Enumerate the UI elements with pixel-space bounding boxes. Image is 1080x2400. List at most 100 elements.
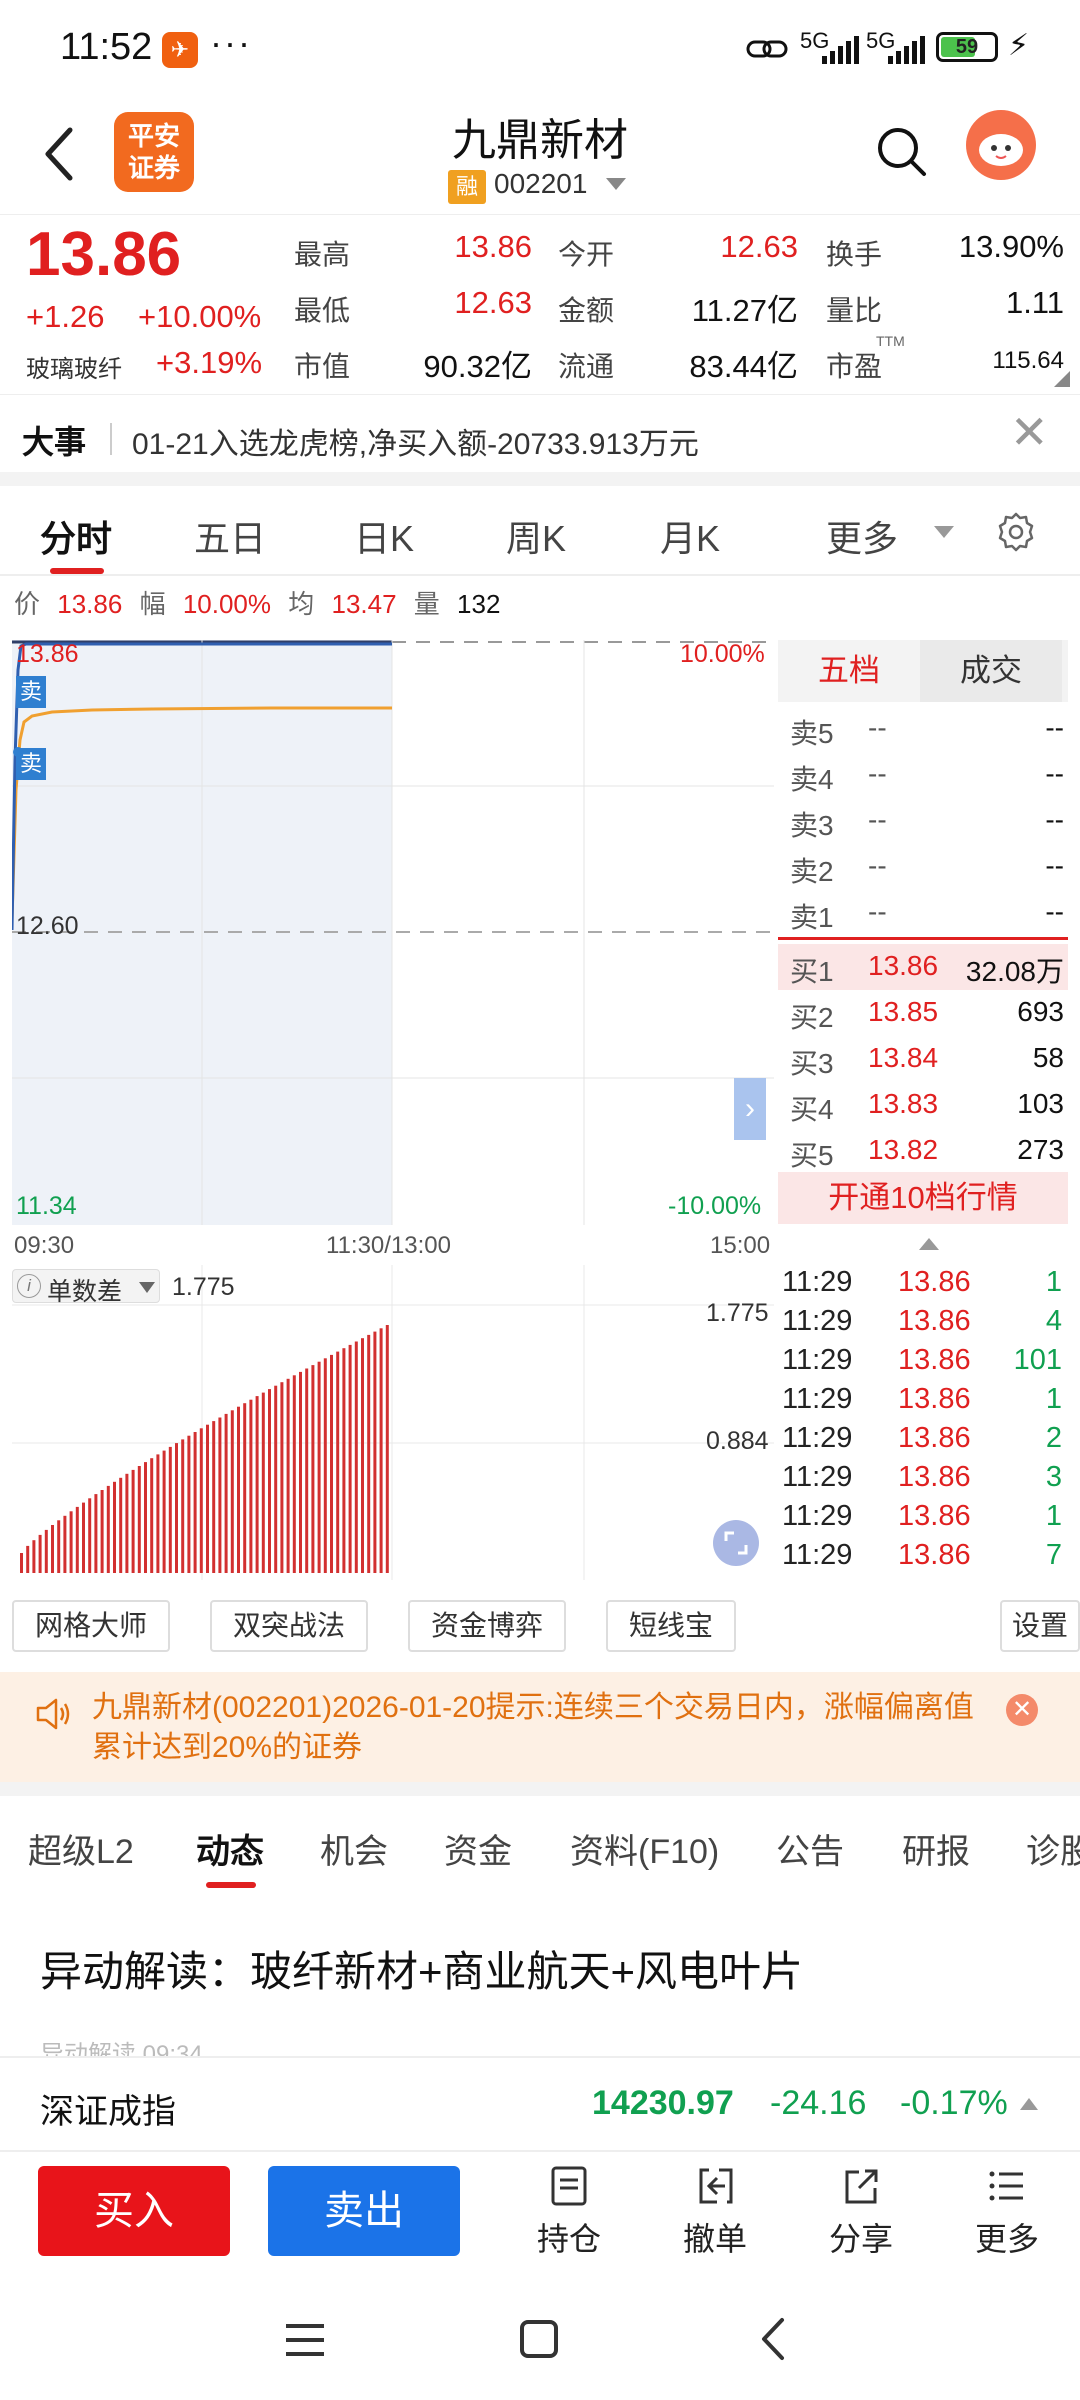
tab-intraday[interactable]: 分时 [40,510,112,562]
info-vol: 132 [457,589,501,619]
code-dropdown-icon[interactable] [606,178,626,190]
indicator-bar [168,1446,172,1573]
time-axis-mid: 11:30/13:00 [326,1232,452,1259]
article-title[interactable]: 异动解读：玻纤新材+商业航天+风电叶片 [40,1938,803,1999]
info-amp-label: 幅 [139,589,166,619]
status-time: 11:52 [60,26,153,68]
field-label: 最高 [294,239,351,270]
tab-monthly-k[interactable]: 月K [660,510,720,562]
tab-more[interactable]: 更多 [826,510,898,562]
indicator-bar [354,1341,358,1573]
chevron-up-icon[interactable] [1020,2098,1038,2110]
link-icon [746,40,788,58]
indicator-bar [82,1502,85,1573]
tab-super-l2[interactable]: 超级L2 [28,1824,134,1873]
close-alert-icon[interactable]: ✕ [1006,1694,1038,1726]
section-tabs: 超级L2 动态 机会 资金 资料(F10) 公告 研报 诊股 [0,1782,1080,1888]
search-icon[interactable] [874,124,930,180]
sector-change-pct[interactable]: +3.19% [156,345,262,381]
holdings-button[interactable]: 持仓 [514,2164,624,2260]
order-book-tabs: 五档 成交 [778,640,1068,702]
assistant-avatar[interactable] [966,110,1036,180]
close-icon[interactable]: ✕ [1010,405,1049,459]
tab-capital[interactable]: 资金 [444,1824,512,1873]
tab-research[interactable]: 研报 [902,1824,970,1873]
speaker-icon [36,1698,70,1730]
indicator-bar [336,1351,340,1573]
indicator-bar [125,1473,129,1573]
tab-opportunity[interactable]: 机会 [320,1824,388,1873]
double-breakout-button[interactable]: 双突战法 [210,1600,368,1652]
tools-settings-button[interactable]: 设置 [1000,1600,1080,1652]
info-icon[interactable]: i [17,1274,41,1298]
trade-row: 11:29 13.86 7 [782,1539,1062,1571]
open-ten-levels-button[interactable]: 开通10档行情 [778,1172,1068,1224]
sell-button[interactable]: 卖出 [268,2166,460,2256]
indicator-bar [69,1511,73,1573]
expand-panel-icon[interactable]: › [734,1078,766,1140]
buy-button[interactable]: 买入 [38,2166,230,2256]
indicator-bar [230,1410,234,1573]
indicator-chart[interactable]: i 单数差 1.775 1.775 0.884 [12,1265,774,1580]
bid-row: 买1 13.86 32.08万 [778,944,1068,990]
tab-trades[interactable]: 成交 [920,640,1062,702]
field-value: 11.27亿 [691,293,798,328]
document-icon [551,2166,587,2206]
more-button[interactable]: 更多 [952,2164,1062,2260]
indicator-bar [323,1358,327,1573]
scroll-up-icon[interactable] [918,1236,940,1252]
sector-name[interactable]: 玻璃玻纤 [26,349,122,384]
short-term-button[interactable]: 短线宝 [606,1600,736,1652]
charging-icon: ⚡ [1008,29,1030,62]
index-ticker[interactable]: 深证成指 14230.97 -24.16 -0.17% [0,2056,1080,2152]
news-text[interactable]: 01-21入选龙虎榜,净买入额-20733.913万元 [132,419,699,463]
indicator-bar [26,1545,30,1573]
field-label: 流通 [558,351,615,382]
y-axis-bottom-pct: -10.00% [668,1192,762,1220]
recent-apps-icon[interactable] [284,2320,326,2360]
indicator-bar [137,1466,141,1573]
news-bar[interactable]: 大事 01-21入选龙虎榜,净买入额-20733.913万元 ✕ [0,394,1080,486]
field-value: 83.44亿 [689,349,798,384]
tab-weekly-k[interactable]: 周K [506,510,566,562]
tab-f10[interactable]: 资料(F10) [570,1824,719,1873]
sell-marker[interactable]: 卖 [16,676,46,708]
risk-alert-banner[interactable]: 九鼎新材(002201)2026-01-20提示:连续三个交易日内，涨幅偏离值累… [0,1672,1080,1782]
indicator-bar [144,1462,147,1573]
active-section-indicator [206,1882,256,1888]
tab-dynamics[interactable]: 动态 [196,1824,264,1873]
indicator-selector[interactable]: i 单数差 [12,1269,160,1306]
indicator-bar [187,1435,191,1573]
indicator-bar [311,1365,315,1573]
indicator-bar [106,1485,110,1573]
cancel-order-button[interactable]: 撤单 [660,2164,770,2260]
home-icon[interactable] [518,2318,560,2360]
tab-five-levels[interactable]: 五档 [778,640,920,702]
tab-diagnosis[interactable]: 诊股 [1026,1824,1080,1873]
chevron-down-icon[interactable] [139,1282,155,1293]
indicator-bar [243,1403,247,1573]
fullscreen-icon[interactable] [712,1519,760,1567]
active-tab-indicator [50,568,104,574]
nav-back-icon[interactable] [758,2316,788,2362]
indicator-bar [32,1540,36,1573]
chevron-down-icon[interactable] [934,526,954,538]
indicator-bar [299,1371,302,1573]
grid-master-button[interactable]: 网格大师 [12,1600,170,1652]
indicator-bar [330,1354,333,1573]
indicator-bar [193,1432,197,1573]
sell-marker[interactable]: 卖 [16,748,46,780]
capital-game-button[interactable]: 资金博弈 [408,1600,566,1652]
gear-icon[interactable] [994,510,1038,554]
tab-announcements[interactable]: 公告 [776,1824,844,1873]
indicator-bar [181,1439,185,1573]
indicator-bar [199,1428,203,1573]
share-button[interactable]: 分享 [806,2164,916,2260]
trade-row: 11:29 13.86 2 [782,1422,1062,1454]
chart-period-tabs: 分时 五日 日K 周K 月K 更多 [0,490,1080,576]
intraday-chart[interactable]: 卖 卖 13.86 10.00% 12.60 11.34 -10.00% › [12,640,774,1225]
tab-daily-k[interactable]: 日K [354,510,414,562]
indicator-bar [237,1406,240,1573]
tab-five-day[interactable]: 五日 [194,510,266,562]
stock-code[interactable]: 002201 [494,168,587,200]
